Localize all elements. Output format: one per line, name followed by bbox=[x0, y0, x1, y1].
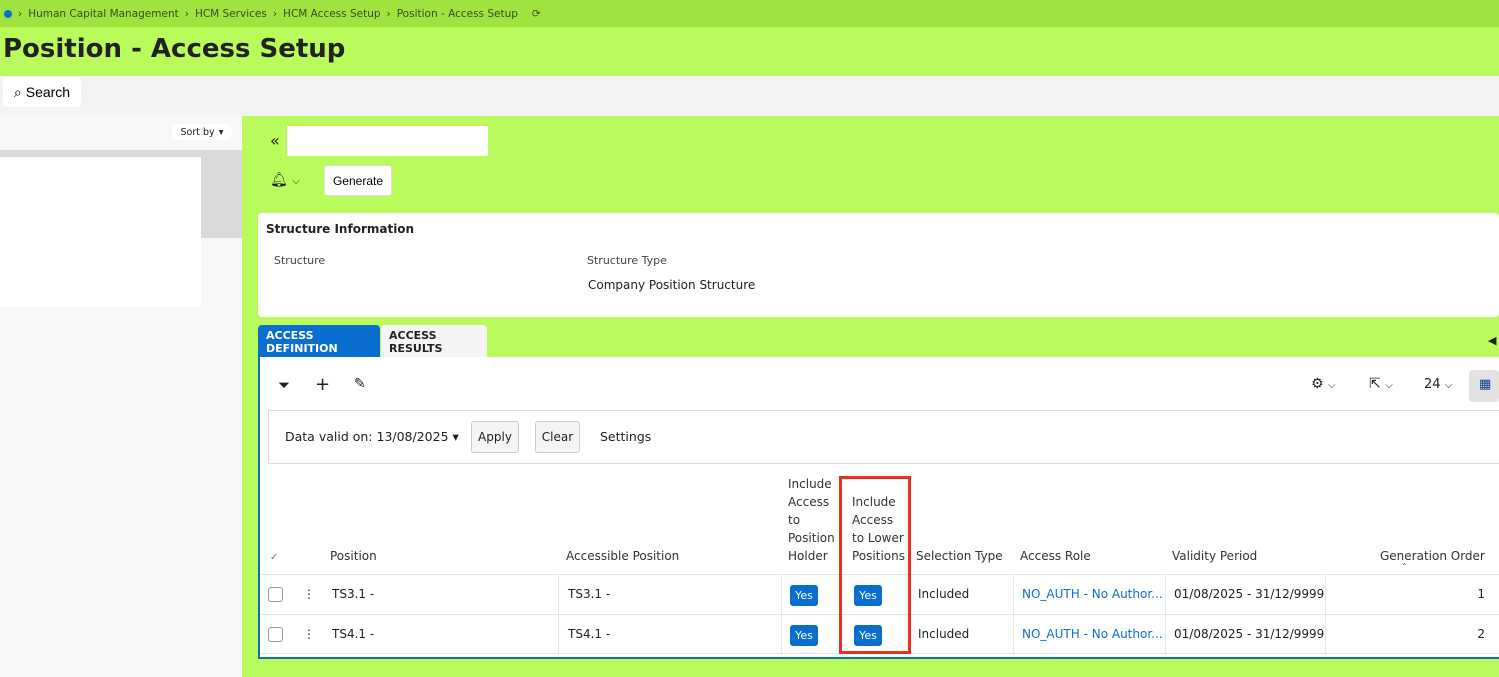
refresh-icon[interactable]: ⟳ bbox=[532, 8, 541, 20]
table-view-icon[interactable]: ▦ bbox=[1469, 370, 1499, 402]
column-header-access-role[interactable]: Access Role bbox=[1020, 547, 1091, 565]
redacted-area bbox=[0, 157, 201, 307]
highlight-annotation-box bbox=[839, 476, 911, 654]
export-icon[interactable]: ⇱ ⌵ bbox=[1369, 376, 1393, 392]
access-role-link[interactable]: NO_AUTH - No Author... bbox=[1022, 587, 1163, 601]
column-header-position[interactable]: Position bbox=[330, 547, 377, 565]
clear-button[interactable]: Clear bbox=[535, 421, 580, 453]
apply-button[interactable]: Apply bbox=[471, 421, 519, 453]
breadcrumb-item[interactable]: HCM Services bbox=[195, 8, 267, 20]
include-holder-badge: Yes bbox=[790, 585, 818, 606]
position-cell: TS3.1 - bbox=[332, 587, 375, 601]
generation-order-cell: 1 bbox=[1477, 587, 1485, 601]
gear-icon[interactable]: ⚙ ⌵ bbox=[1311, 376, 1336, 392]
data-valid-on-select[interactable]: Data valid on: 13/08/2025 ▾ bbox=[285, 429, 459, 444]
accessible-position-cell: TS4.1 - bbox=[568, 627, 611, 641]
accessible-position-cell: TS3.1 - bbox=[568, 587, 611, 601]
selection-type-cell: Included bbox=[918, 587, 970, 601]
chevron-down-icon[interactable]: ⌵ bbox=[292, 176, 300, 187]
add-icon[interactable]: + bbox=[315, 374, 330, 395]
page-title: Position - Access Setup bbox=[3, 34, 346, 64]
column-header-generation-order[interactable]: Generation Order bbox=[1380, 547, 1485, 565]
sort-by-button[interactable]: Sort by ▾ bbox=[172, 124, 232, 140]
validity-period-cell: 01/08/2025 - 31/12/9999 bbox=[1174, 627, 1325, 641]
selection-type-cell: Included bbox=[918, 627, 970, 641]
position-cell: TS4.1 - bbox=[332, 627, 375, 641]
filter-icon[interactable]: ⏷ bbox=[278, 376, 290, 394]
column-header-validity-period[interactable]: Validity Period bbox=[1172, 547, 1257, 565]
column-header-include-holder[interactable]: Include Access to Position Holder bbox=[788, 475, 838, 565]
structure-information-card: Structure Information Structure Structur… bbox=[258, 213, 1499, 317]
structure-type-label: Structure Type bbox=[587, 254, 667, 267]
column-header-accessible-position[interactable]: Accessible Position bbox=[566, 547, 679, 565]
edit-icon[interactable]: ✎ bbox=[354, 376, 366, 392]
tab-access-results[interactable]: ACCESS RESULTS bbox=[381, 325, 487, 358]
collapse-right-icon[interactable]: ◀ bbox=[1488, 334, 1496, 347]
row-menu-icon[interactable]: ⋮ bbox=[303, 627, 315, 641]
row-checkbox[interactable] bbox=[268, 587, 283, 602]
column-header-selection-type[interactable]: Selection Type bbox=[916, 547, 1003, 565]
section-heading: Structure Information bbox=[266, 222, 415, 236]
search-button[interactable]: ⌕ Search bbox=[3, 77, 81, 107]
settings-link[interactable]: Settings bbox=[600, 429, 651, 444]
home-icon[interactable] bbox=[4, 9, 12, 18]
access-role-link[interactable]: NO_AUTH - No Author... bbox=[1022, 627, 1163, 641]
filter-bar: Data valid on: 13/08/2025 ▾ Apply Clear … bbox=[268, 410, 1499, 464]
breadcrumb-item[interactable]: HCM Access Setup bbox=[283, 8, 380, 20]
search-bar bbox=[0, 76, 1499, 116]
breadcrumb-item: Position - Access Setup bbox=[396, 7, 518, 20]
caret-down-icon: ▾ bbox=[452, 429, 459, 444]
generate-button[interactable]: Generate bbox=[324, 165, 392, 196]
search-icon: ⌕ bbox=[13, 83, 22, 100]
breadcrumb-item[interactable]: Human Capital Management bbox=[28, 8, 179, 20]
row-checkbox[interactable] bbox=[268, 627, 283, 642]
bell-icon[interactable]: 🔔︎ ⌵ bbox=[270, 172, 300, 188]
select-all-check[interactable]: ✓ bbox=[270, 552, 278, 563]
generation-order-cell: 2 bbox=[1477, 627, 1485, 641]
sort-asc-icon: ⌃ bbox=[1401, 562, 1408, 571]
caret-down-icon: ▾ bbox=[218, 126, 224, 138]
structure-label: Structure bbox=[274, 254, 326, 267]
record-title-field bbox=[287, 126, 488, 156]
row-menu-icon[interactable]: ⋮ bbox=[303, 587, 315, 601]
collapse-icon[interactable]: « bbox=[270, 131, 280, 150]
validity-period-cell: 01/08/2025 - 31/12/9999 bbox=[1174, 587, 1325, 601]
include-holder-badge: Yes bbox=[790, 625, 818, 646]
structure-type-value: Company Position Structure bbox=[588, 278, 756, 292]
page-size-select[interactable]: 24 ⌵ bbox=[1424, 377, 1452, 392]
breadcrumb: › Human Capital Management › HCM Services … bbox=[0, 0, 1499, 27]
tab-access-definition[interactable]: ACCESS DEFINITION bbox=[258, 325, 380, 358]
